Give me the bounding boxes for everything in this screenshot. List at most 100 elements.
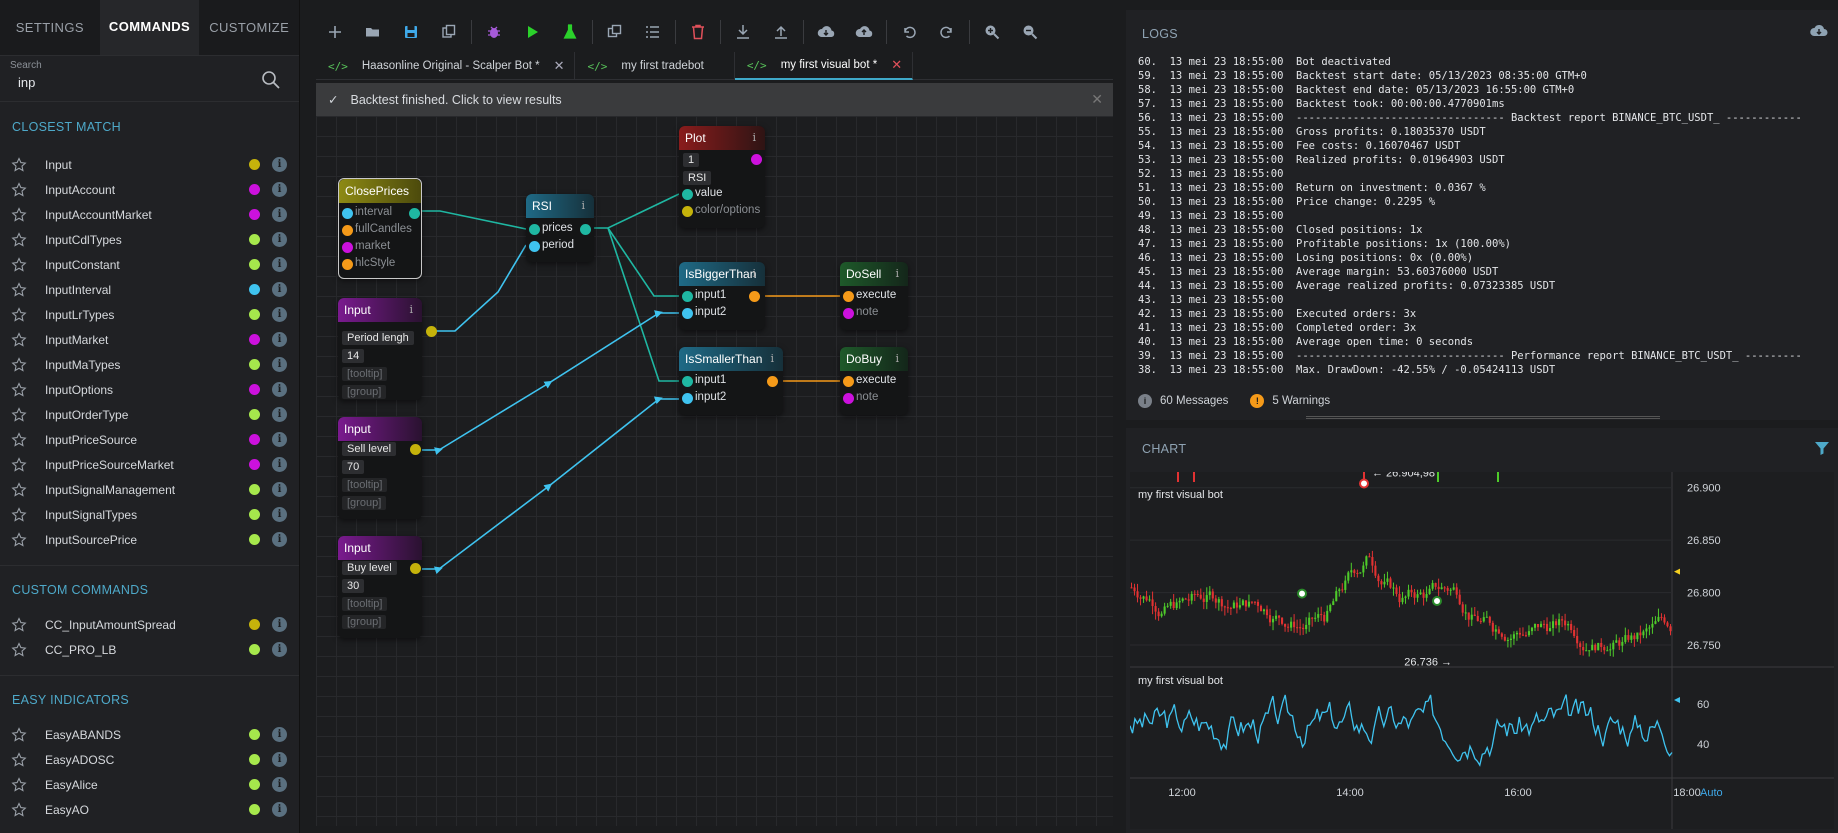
star-icon[interactable] <box>11 751 27 768</box>
star-icon[interactable] <box>11 506 27 523</box>
port-fullcandles[interactable] <box>342 225 353 236</box>
duplicate-icon[interactable] <box>596 13 634 51</box>
command-item[interactable]: InputConstant i <box>0 252 299 277</box>
info-icon[interactable]: i <box>272 257 287 272</box>
info-icon[interactable]: i <box>272 232 287 247</box>
port-out[interactable] <box>580 224 591 235</box>
info-icon[interactable]: i <box>770 352 774 365</box>
info-icon[interactable]: i <box>409 303 413 316</box>
info-icon[interactable]: i <box>752 131 756 144</box>
info-icon[interactable]: i <box>272 457 287 472</box>
info-icon[interactable]: i <box>272 207 287 222</box>
command-item[interactable]: CC_InputAmountSpread i <box>0 612 299 637</box>
info-icon[interactable]: i <box>272 182 287 197</box>
info-icon[interactable]: i <box>752 267 756 280</box>
backtest-banner[interactable]: ✓ Backtest finished. Click to view resul… <box>316 83 1113 116</box>
node-input-sell[interactable]: Input Sell level 70 [tooltip] [group] <box>338 417 422 519</box>
plot-name-field[interactable]: RSI <box>683 171 712 185</box>
node-input-buy[interactable]: Input Buy level 30 [tooltip] [group] <box>338 536 422 638</box>
port-execute[interactable] <box>843 376 854 387</box>
plus-icon[interactable] <box>316 13 354 51</box>
undo-icon[interactable] <box>890 13 928 51</box>
star-icon[interactable] <box>11 306 27 323</box>
star-icon[interactable] <box>11 356 27 373</box>
input-value-field[interactable]: 70 <box>342 460 365 474</box>
port-input1[interactable] <box>682 291 693 302</box>
command-item[interactable]: InputMarket i <box>0 327 299 352</box>
cloud-upload-icon[interactable] <box>845 13 883 51</box>
port-market[interactable] <box>342 242 353 253</box>
command-item[interactable]: InputMaTypes i <box>0 352 299 377</box>
info-icon[interactable]: i <box>272 407 287 422</box>
command-item[interactable]: InputLrTypes i <box>0 302 299 327</box>
node-issmallerthan[interactable]: IsSmallerThan i input1 input2 <box>679 347 783 415</box>
info-icon[interactable]: i <box>895 267 899 280</box>
info-icon[interactable]: i <box>272 802 287 817</box>
input-name-field[interactable]: Buy level <box>342 561 397 575</box>
trash-icon[interactable] <box>679 13 717 51</box>
port-input1[interactable] <box>682 376 693 387</box>
port-period[interactable] <box>529 241 540 252</box>
port-out[interactable] <box>409 208 420 219</box>
star-icon[interactable] <box>11 616 27 633</box>
star-icon[interactable] <box>11 431 27 448</box>
banner-text[interactable]: Backtest finished. Click to view results <box>350 93 561 107</box>
folder-open-icon[interactable] <box>354 13 392 51</box>
input-group-field[interactable]: [group] <box>342 385 387 399</box>
auto-scale-button[interactable]: Auto <box>1700 787 1723 799</box>
node-dobuy[interactable]: DoBuy i execute note <box>840 347 908 415</box>
star-icon[interactable] <box>11 776 27 793</box>
star-icon[interactable] <box>11 726 27 743</box>
command-item[interactable]: EasyABANDS i <box>0 722 299 747</box>
input-tooltip-field[interactable]: [tooltip] <box>342 597 388 611</box>
download-icon[interactable] <box>724 13 762 51</box>
flask-icon[interactable] <box>551 13 589 51</box>
input-name-field[interactable]: Sell level <box>342 442 397 456</box>
command-item[interactable]: InputInterval i <box>0 277 299 302</box>
command-item[interactable]: Input i <box>0 152 299 177</box>
star-icon[interactable] <box>11 331 27 348</box>
zoom-in-icon[interactable] <box>973 13 1011 51</box>
info-icon[interactable]: i <box>272 752 287 767</box>
editor-tab[interactable]: </> my first tradebot <box>575 52 735 80</box>
node-rsi[interactable]: RSI i prices period <box>526 194 594 262</box>
command-item[interactable]: InputSourcePrice i <box>0 527 299 552</box>
list-icon[interactable] <box>634 13 672 51</box>
close-tab-icon[interactable]: ✕ <box>891 57 902 73</box>
port-execute[interactable] <box>843 291 854 302</box>
port-value[interactable] <box>682 189 693 200</box>
star-icon[interactable] <box>11 531 27 548</box>
input-tooltip-field[interactable]: [tooltip] <box>342 478 388 492</box>
star-icon[interactable] <box>11 406 27 423</box>
close-banner-icon[interactable]: ✕ <box>1091 91 1103 108</box>
info-icon[interactable]: i <box>272 432 287 447</box>
command-item[interactable]: InputPriceSource i <box>0 427 299 452</box>
command-item[interactable]: InputOptions i <box>0 377 299 402</box>
cloud-download-icon[interactable] <box>1810 24 1828 38</box>
node-input-period[interactable]: Input i Period lengh 14 [tooltip] [group… <box>338 298 437 400</box>
info-icon[interactable]: i <box>272 507 287 522</box>
info-icon[interactable]: i <box>272 307 287 322</box>
star-icon[interactable] <box>11 381 27 398</box>
tab-customize[interactable]: CUSTOMIZE <box>199 0 299 55</box>
warnings-count[interactable]: 5 Warnings <box>1272 395 1330 407</box>
star-icon[interactable] <box>11 456 27 473</box>
input-group-field[interactable]: [group] <box>342 496 387 510</box>
node-closeprices[interactable]: ClosePrices interval fullCandles market … <box>338 178 422 279</box>
cloud-download-icon[interactable] <box>807 13 845 51</box>
star-icon[interactable] <box>11 231 27 248</box>
messages-count[interactable]: 60 Messages <box>1160 395 1228 407</box>
port-out[interactable] <box>749 291 760 302</box>
input-tooltip-field[interactable]: [tooltip] <box>342 367 388 381</box>
plot-index-field[interactable]: 1 <box>683 153 700 167</box>
panel-splitter[interactable] <box>1306 416 1660 419</box>
port-hlcstyle[interactable] <box>342 259 353 270</box>
tab-commands[interactable]: COMMANDS <box>99 0 200 55</box>
info-icon[interactable]: i <box>272 332 287 347</box>
command-item[interactable]: InputCdlTypes i <box>0 227 299 252</box>
info-icon[interactable]: i <box>272 532 287 547</box>
visual-editor-canvas[interactable]: ClosePrices interval fullCandles market … <box>316 116 1113 826</box>
info-icon[interactable]: i <box>581 199 585 212</box>
star-icon[interactable] <box>11 181 27 198</box>
port-color-options[interactable] <box>682 206 693 217</box>
